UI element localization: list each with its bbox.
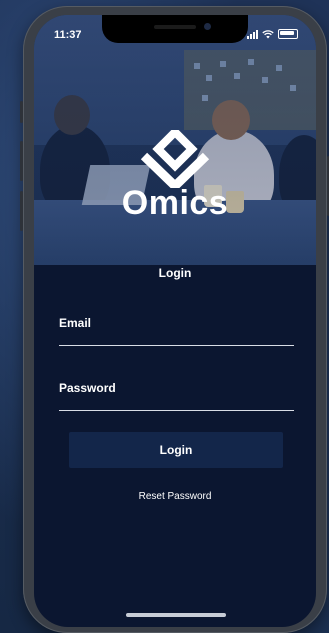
notch — [102, 15, 248, 43]
brand-name: Omics — [121, 184, 229, 222]
email-field[interactable] — [59, 327, 294, 346]
battery-icon — [278, 29, 298, 39]
mute-switch — [20, 101, 23, 123]
camera-icon — [204, 23, 211, 30]
omics-chevron-logo-icon — [140, 130, 210, 188]
phone-frame: 11:37 Omics Login Email Password Login R… — [20, 6, 329, 633]
password-field[interactable] — [59, 392, 294, 411]
wifi-icon — [262, 29, 274, 38]
status-time: 11:37 — [54, 29, 82, 41]
reset-password-link[interactable]: Reset Password — [34, 491, 316, 502]
volume-down-button — [20, 191, 23, 231]
home-indicator — [126, 613, 226, 617]
app-screen: 11:37 Omics Login Email Password Login R… — [34, 15, 316, 627]
volume-up-button — [20, 141, 23, 181]
login-heading: Login — [158, 266, 192, 280]
brand-logo: Omics — [34, 130, 316, 223]
cellular-signal-icon — [247, 29, 258, 39]
login-button[interactable]: Login — [69, 432, 283, 468]
